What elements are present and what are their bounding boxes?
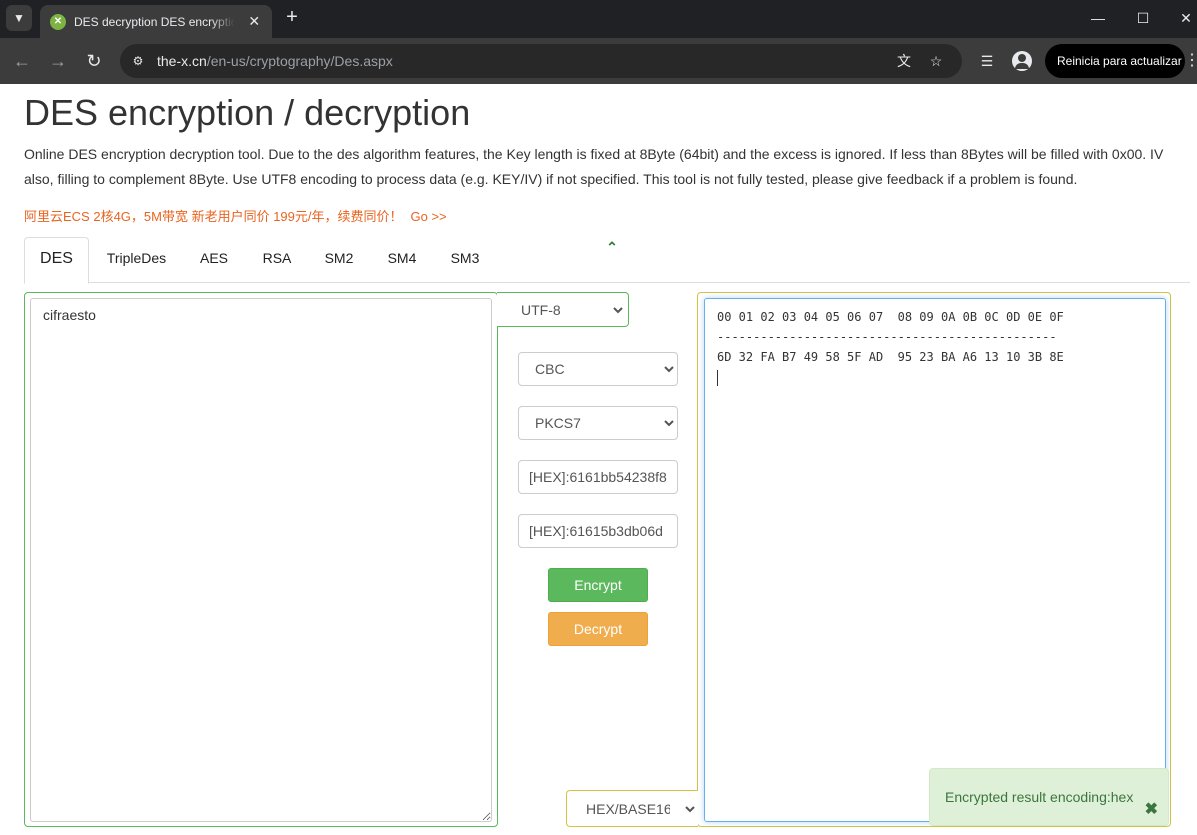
promo-banner: 阿里云ECS 2核4G，5M带宽 新老用户同价 199元/年，续费同价！ Go >… (24, 206, 447, 225)
profile-icon[interactable] (1012, 51, 1032, 71)
plaintext-input[interactable]: cifraesto (30, 298, 492, 822)
maximize-icon[interactable]: ☐ (1131, 8, 1155, 28)
favicon-icon: ✕ (50, 13, 66, 30)
tab-sm4[interactable]: SM4 (377, 237, 427, 283)
encrypt-button[interactable]: Encrypt (548, 568, 648, 602)
tab-rsa[interactable]: RSA (252, 237, 302, 283)
new-tab-icon[interactable]: + (282, 7, 302, 28)
tab-tripledes[interactable]: TripleDes (94, 237, 179, 283)
browser-tab-strip: ▼ ✕ DES decryption DES encryption ✕ + — … (0, 0, 1197, 38)
minimize-icon[interactable]: — (1086, 8, 1110, 28)
back-icon[interactable]: ← (10, 49, 34, 73)
hex-header-row: 00 01 02 03 04 05 06 07 08 09 0A 0B 0C 0… (717, 310, 1064, 324)
ciphertext-output[interactable]: 00 01 02 03 04 05 06 07 08 09 0A 0B 0C 0… (704, 298, 1166, 822)
window-close-icon[interactable]: ✕ (1174, 8, 1197, 28)
bookmark-star-icon[interactable]: ☆ (927, 52, 945, 70)
media-controls-icon[interactable]: ☰ (976, 50, 998, 72)
tab-title: DES decryption DES encryption (74, 14, 235, 29)
mode-select[interactable]: CBC (518, 352, 678, 386)
site-info-icon[interactable]: ⚙ (129, 52, 147, 70)
hex-separator: ----------------------------------------… (717, 330, 1057, 344)
toast-close-icon[interactable]: ✖ (1145, 799, 1158, 819)
padding-select[interactable]: PKCS7 (518, 406, 678, 440)
browser-toolbar: ← → ↻ ⚙ the-x.cn/en-us/cryptography/Des.… (0, 38, 1197, 84)
tab-sm3[interactable]: SM3 (440, 237, 490, 283)
page-title: DES encryption / decryption (24, 92, 471, 133)
tab-aes[interactable]: AES (189, 237, 239, 283)
reload-icon[interactable]: ↻ (82, 49, 106, 73)
close-icon[interactable]: ✕ (247, 13, 262, 30)
text-caret (717, 369, 718, 386)
tab-sm2[interactable]: SM2 (314, 237, 364, 283)
iv-input[interactable] (518, 514, 678, 548)
chevron-up-icon[interactable]: ⌃ (604, 240, 620, 254)
forward-icon[interactable]: → (46, 49, 70, 73)
page-description: Online DES encryption decryption tool. D… (24, 146, 1164, 187)
charset-select[interactable]: UTF-8 (505, 296, 626, 324)
browser-tab[interactable]: ✕ DES decryption DES encryption ✕ (40, 5, 272, 38)
update-button[interactable]: Reinicia para actualizar (1045, 44, 1185, 78)
tab-search-icon[interactable]: ▼ (6, 5, 32, 31)
address-bar[interactable]: ⚙ the-x.cn/en-us/cryptography/Des.aspx 文… (120, 44, 962, 78)
tab-des[interactable]: DES (24, 237, 89, 284)
toast-message: Encrypted result encoding:hex (945, 789, 1134, 805)
url-text[interactable]: the-x.cn/en-us/cryptography/Des.aspx (157, 53, 393, 69)
promo-text[interactable]: 阿里云ECS 2核4G，5M带宽 新老用户同价 199元/年，续费同价！ (24, 209, 403, 224)
output-encoding-select[interactable]: HEX/BASE16 (570, 795, 698, 823)
promo-link[interactable]: Go >> (411, 209, 447, 224)
notification-toast: Encrypted result encoding:hex ✖ (929, 768, 1169, 826)
key-input[interactable] (518, 460, 678, 494)
decrypt-button[interactable]: Decrypt (548, 612, 648, 646)
translate-icon[interactable]: 文 (895, 52, 913, 70)
hex-data-row: 6D 32 FA B7 49 58 5F AD 95 23 BA A6 13 1… (717, 350, 1064, 364)
menu-icon[interactable]: ⋮ (1184, 50, 1197, 72)
